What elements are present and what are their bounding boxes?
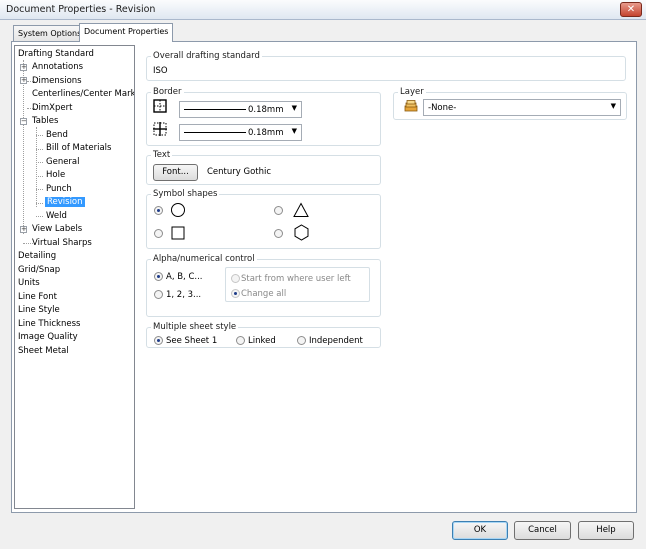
border-group: Border 0.18mm ▼ 0.18mm ▼ xyxy=(146,87,381,146)
linked-radio[interactable] xyxy=(236,336,245,345)
outer-border-icon xyxy=(153,99,167,113)
tree-item-line-thickness[interactable]: Line Thickness xyxy=(18,319,80,329)
tree-item-line-style[interactable]: Line Style xyxy=(18,305,60,315)
layer-stack-icon xyxy=(404,100,418,112)
symbol-shapes-label: Symbol shapes xyxy=(151,189,220,199)
border-label: Border xyxy=(151,87,184,97)
tree-item-tables[interactable]: Tables xyxy=(32,116,58,126)
dropdown-arrow-icon: ▼ xyxy=(291,104,297,112)
dropdown-arrow-icon: ▼ xyxy=(610,102,616,110)
expand-icon[interactable]: + xyxy=(20,64,27,71)
tree-item-bill-of-materials[interactable]: Bill of Materials xyxy=(46,143,111,153)
change-all-radio[interactable] xyxy=(231,289,240,298)
see-sheet-label: See Sheet 1 xyxy=(166,336,218,346)
layer-group: Layer -None- ▼ xyxy=(393,87,627,120)
alpha-numerical-label: Alpha/numerical control xyxy=(151,254,257,264)
font-button[interactable]: Font... xyxy=(153,164,198,181)
tree-item-general[interactable]: General xyxy=(46,157,80,167)
alpha-radio[interactable] xyxy=(154,272,163,281)
inner-border-thickness-value: 0.18mm xyxy=(248,128,284,138)
tree-item-dimxpert[interactable]: DimXpert xyxy=(32,103,72,113)
expand-icon[interactable]: + xyxy=(20,77,27,84)
tree-item-bend[interactable]: Bend xyxy=(46,130,68,140)
see-sheet-radio[interactable] xyxy=(154,336,163,345)
cancel-button[interactable]: Cancel xyxy=(514,521,571,540)
symbol-hexagon-radio[interactable] xyxy=(274,229,283,238)
tree-item-detailing[interactable]: Detailing xyxy=(18,251,56,261)
ok-button[interactable]: OK xyxy=(452,521,508,540)
tree-item-weld[interactable]: Weld xyxy=(46,211,67,221)
layer-value: -None- xyxy=(428,103,457,113)
outer-border-thickness-select[interactable]: 0.18mm ▼ xyxy=(179,101,302,118)
sequence-subgroup: Start from where user left Change all xyxy=(225,267,370,302)
tree-item-revision[interactable]: Revision xyxy=(45,197,85,207)
line-sample-icon xyxy=(184,109,246,110)
tree-item-grid-snap[interactable]: Grid/Snap xyxy=(18,265,60,275)
property-tree[interactable]: Drafting Standard + Annotations + Dimens… xyxy=(14,45,135,509)
tree-item-centerlines[interactable]: Centerlines/Center Marks xyxy=(32,89,134,99)
symbol-circle-radio[interactable] xyxy=(154,206,163,215)
multiple-sheet-style-label: Multiple sheet style xyxy=(151,322,239,332)
alpha-numerical-group: Alpha/numerical control A, B, C... 1, 2,… xyxy=(146,254,381,317)
tree-item-view-labels[interactable]: View Labels xyxy=(32,224,82,234)
numeric-option-label: 1, 2, 3... xyxy=(166,290,202,300)
text-label: Text xyxy=(151,150,173,160)
symbol-shapes-group: Symbol shapes xyxy=(146,189,381,249)
line-sample-icon xyxy=(184,132,246,133)
alpha-option-label: A, B, C... xyxy=(166,272,203,282)
linked-label: Linked xyxy=(248,336,276,346)
square-shape-icon xyxy=(170,225,186,244)
hexagon-shape-icon xyxy=(293,224,310,244)
help-button[interactable]: Help xyxy=(578,521,634,540)
numeric-radio[interactable] xyxy=(154,290,163,299)
tree-item-hole[interactable]: Hole xyxy=(46,170,65,180)
window-title: Document Properties - Revision xyxy=(6,4,156,15)
start-from-user-radio[interactable] xyxy=(231,274,240,283)
overall-drafting-standard-label: Overall drafting standard xyxy=(151,51,262,61)
symbol-square-radio[interactable] xyxy=(154,229,163,238)
triangle-shape-icon xyxy=(293,202,309,221)
outer-border-thickness-value: 0.18mm xyxy=(248,105,284,115)
tree-item-line-font[interactable]: Line Font xyxy=(18,292,57,302)
tree-item-annotations[interactable]: Annotations xyxy=(32,62,83,72)
symbol-triangle-radio[interactable] xyxy=(274,206,283,215)
change-all-label: Change all xyxy=(241,289,287,299)
circle-shape-icon xyxy=(170,202,186,221)
tree-item-drafting-standard[interactable]: Drafting Standard xyxy=(18,49,94,59)
overall-drafting-standard-group: Overall drafting standard ISO xyxy=(146,51,626,81)
tree-item-image-quality[interactable]: Image Quality xyxy=(18,332,78,342)
text-group: Text Font... Century Gothic xyxy=(146,150,381,185)
tree-item-sheet-metal[interactable]: Sheet Metal xyxy=(18,346,69,356)
tree-item-units[interactable]: Units xyxy=(18,278,40,288)
overall-drafting-standard-value: ISO xyxy=(153,66,168,76)
independent-label: Independent xyxy=(309,336,363,346)
start-from-user-label: Start from where user left xyxy=(241,274,351,284)
layer-select[interactable]: -None- ▼ xyxy=(423,99,621,116)
collapse-icon[interactable]: − xyxy=(20,118,27,125)
font-name: Century Gothic xyxy=(207,167,272,177)
multiple-sheet-style-group: Multiple sheet style See Sheet 1 Linked … xyxy=(146,322,381,348)
inner-border-thickness-select[interactable]: 0.18mm ▼ xyxy=(179,124,302,141)
independent-radio[interactable] xyxy=(297,336,306,345)
tree-item-punch[interactable]: Punch xyxy=(46,184,72,194)
tab-document-properties[interactable]: Document Properties xyxy=(79,23,174,42)
layer-label: Layer xyxy=(398,87,426,97)
inner-border-icon xyxy=(153,122,167,136)
tab-system-options[interactable]: System Options xyxy=(13,25,87,42)
close-button[interactable]: ✕ xyxy=(620,2,642,17)
expand-icon[interactable]: + xyxy=(20,226,27,233)
tree-item-dimensions[interactable]: Dimensions xyxy=(32,76,82,86)
tree-item-virtual-sharps[interactable]: Virtual Sharps xyxy=(32,238,92,248)
dropdown-arrow-icon: ▼ xyxy=(291,127,297,135)
